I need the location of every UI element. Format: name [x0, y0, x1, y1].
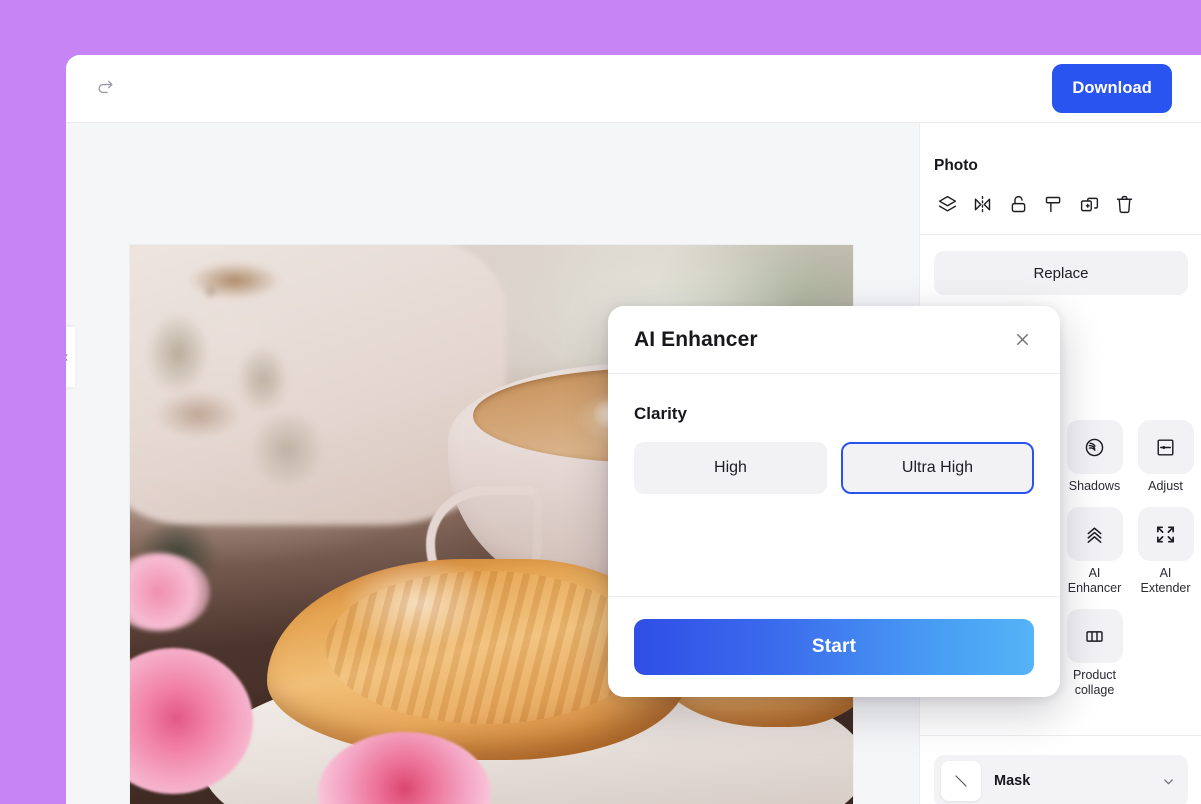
dialog-header: AI Enhancer: [608, 306, 1060, 374]
tool-label: AI Extender: [1140, 566, 1191, 595]
panel-collapse-handle[interactable]: [66, 327, 75, 387]
duplicate-icon[interactable]: [1074, 189, 1104, 219]
tools-grid: Shadows Adjust AI Enhancer AI Extender P…: [1065, 420, 1195, 698]
chevron-down-icon[interactable]: [1161, 774, 1176, 789]
panel-divider: [920, 234, 1201, 235]
dialog-title: AI Enhancer: [634, 327, 758, 351]
mask-section-divider: [920, 735, 1201, 736]
tool-shadows[interactable]: Shadows: [1065, 420, 1124, 494]
close-icon[interactable]: [1008, 326, 1036, 354]
dialog-footer: Start: [608, 596, 1060, 697]
panel-title: Photo: [934, 157, 978, 174]
adjust-icon: [1137, 420, 1194, 474]
unlock-icon[interactable]: [1003, 189, 1033, 219]
ai-enhancer-dialog: AI Enhancer Clarity High Ultra High Star…: [608, 306, 1060, 697]
app-header: Download: [66, 55, 1201, 123]
clarity-option-ultra-high[interactable]: Ultra High: [841, 442, 1034, 494]
tool-label: AI Enhancer: [1067, 566, 1122, 595]
ai-extender-icon: [1137, 507, 1194, 561]
mask-row[interactable]: Mask: [934, 755, 1188, 804]
paint-roller-icon[interactable]: [1039, 189, 1069, 219]
tool-product-collage[interactable]: Product collage: [1065, 609, 1124, 698]
redo-icon[interactable]: [92, 76, 118, 102]
tool-ai-extender[interactable]: AI Extender: [1136, 507, 1195, 596]
clarity-label: Clarity: [634, 404, 687, 423]
tool-label: Adjust: [1148, 479, 1183, 493]
tool-adjust[interactable]: Adjust: [1136, 420, 1195, 494]
replace-button[interactable]: Replace: [934, 251, 1188, 295]
trash-icon[interactable]: [1110, 189, 1140, 219]
flip-horizontal-icon[interactable]: [968, 189, 998, 219]
chevron-left-icon: [66, 353, 67, 361]
start-button[interactable]: Start: [634, 619, 1034, 675]
dialog-body: Clarity High Ultra High: [608, 374, 1060, 494]
mask-label: Mask: [994, 773, 1031, 789]
clarity-option-high[interactable]: High: [634, 442, 827, 494]
shadows-icon: [1066, 420, 1123, 474]
panel-icon-row: [920, 175, 1154, 219]
product-collage-icon: [1066, 609, 1123, 663]
tool-label: Product collage: [1072, 668, 1117, 697]
clarity-options: High Ultra High: [634, 442, 1034, 494]
layers-icon[interactable]: [932, 189, 962, 219]
diagonal-line-icon: [941, 761, 981, 801]
ai-enhancer-icon: [1066, 507, 1123, 561]
tool-ai-enhancer[interactable]: AI Enhancer: [1065, 507, 1124, 596]
tool-label: Shadows: [1068, 479, 1121, 493]
download-button[interactable]: Download: [1052, 64, 1172, 113]
